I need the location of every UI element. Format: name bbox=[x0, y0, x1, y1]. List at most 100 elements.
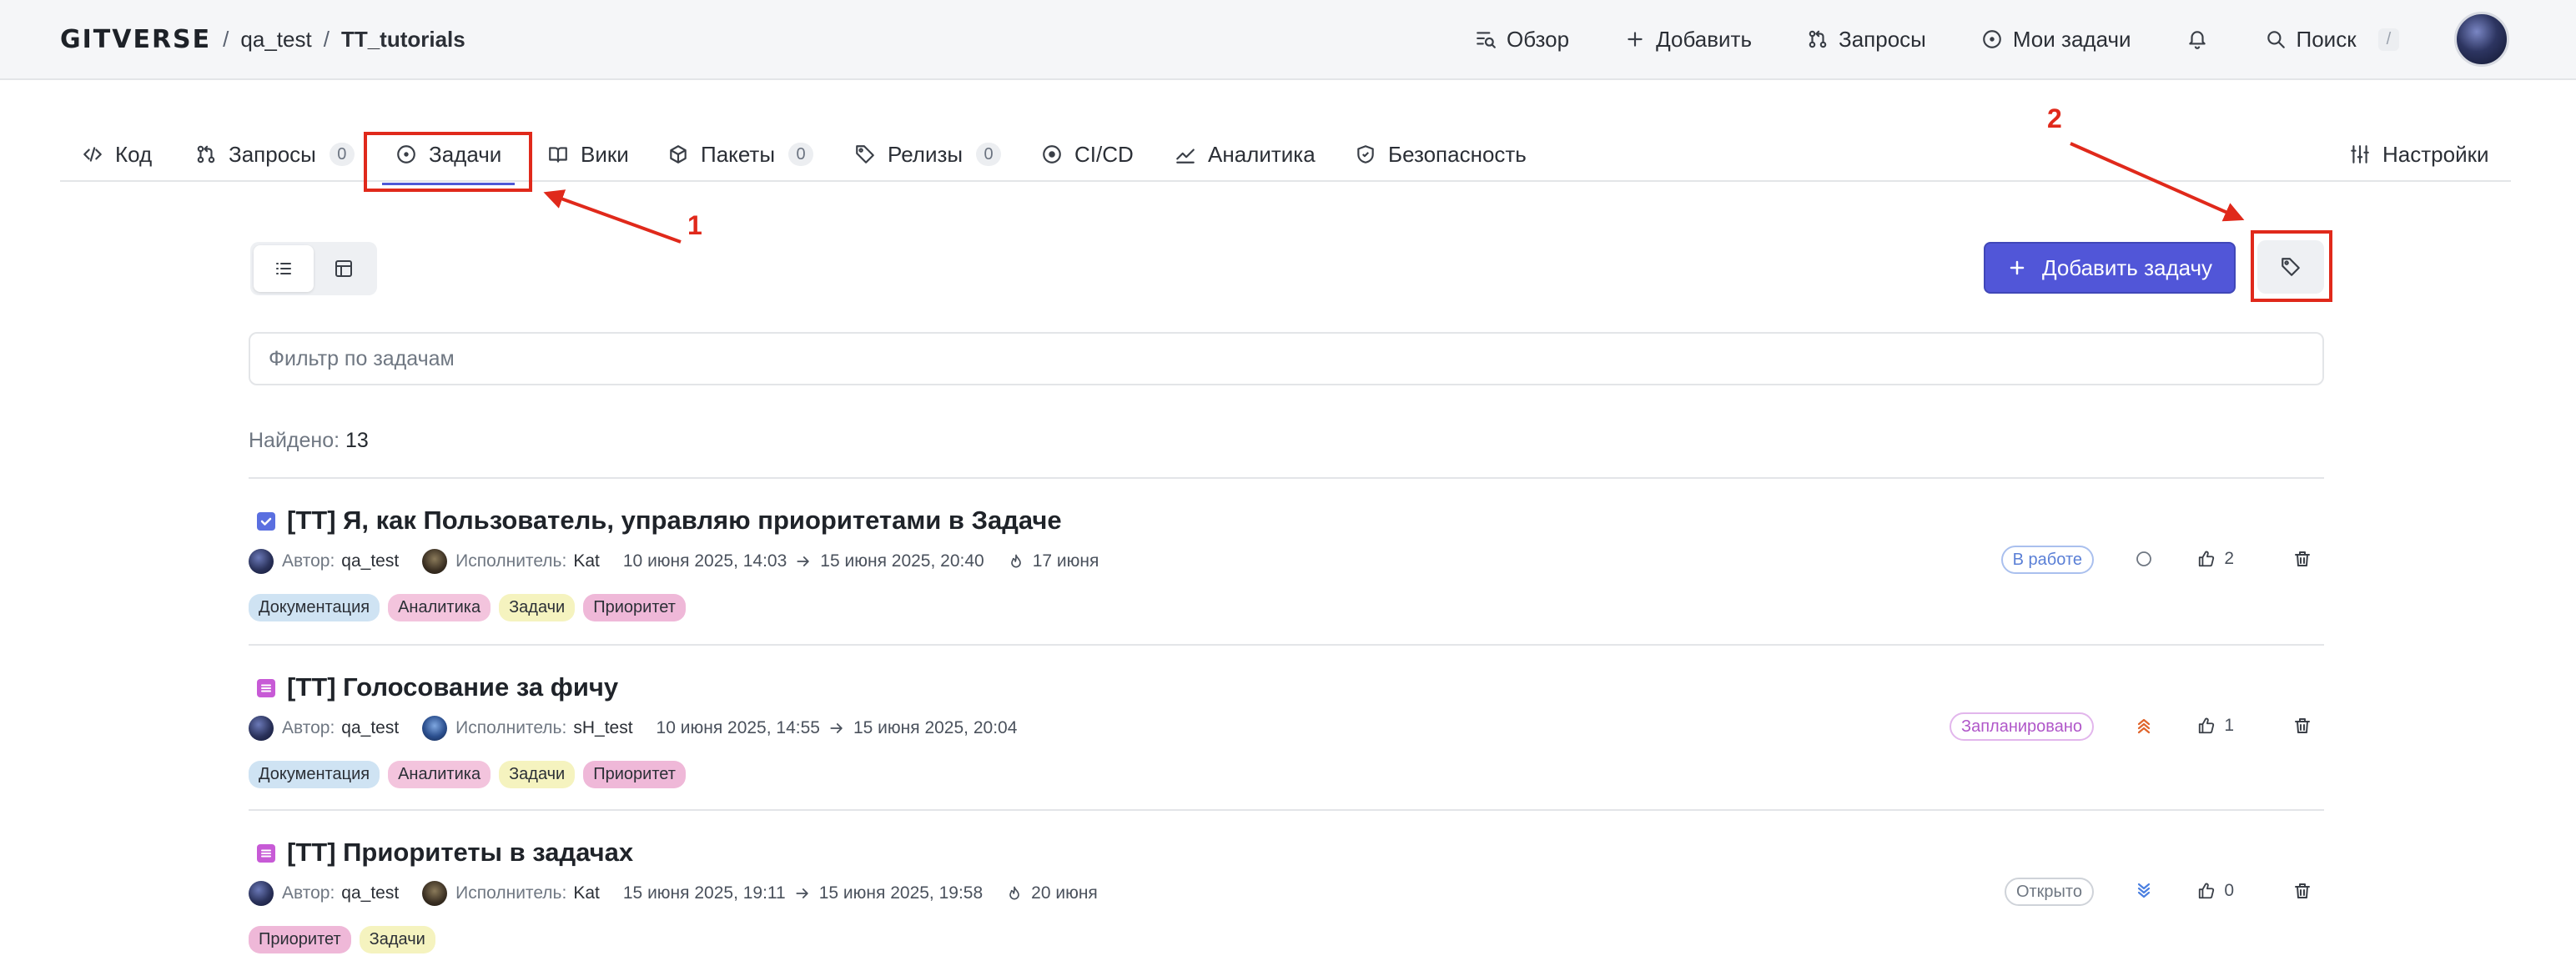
tab-security[interactable]: Безопасность bbox=[1355, 130, 1527, 179]
like-button[interactable]: 1 bbox=[2197, 716, 2234, 736]
gitverse-logo[interactable]: GITVERSE bbox=[60, 25, 211, 54]
issue-meta: Автор: qa_test Исполнитель: Kat 10 июня … bbox=[249, 547, 1099, 576]
tab-cicd[interactable]: CI/CD bbox=[1041, 130, 1134, 179]
assignee-name[interactable]: sH_test bbox=[573, 718, 632, 738]
board-view-button[interactable] bbox=[314, 245, 374, 292]
breadcrumb-owner[interactable]: qa_test bbox=[240, 27, 311, 53]
author-name[interactable]: qa_test bbox=[341, 718, 399, 738]
tab-code-label: Код bbox=[115, 141, 153, 167]
trash-icon[interactable] bbox=[2292, 716, 2312, 736]
tab-wiki-label: Вики bbox=[581, 141, 629, 167]
plus-icon bbox=[2007, 258, 2027, 278]
user-avatar[interactable] bbox=[2454, 12, 2509, 67]
start-date: 10 июня 2025, 14:03 bbox=[622, 551, 787, 571]
tab-security-label: Безопасность bbox=[1388, 141, 1527, 167]
nav-add-label: Добавить bbox=[1656, 26, 1752, 52]
author-avatar bbox=[249, 716, 274, 741]
notifications-bell-icon[interactable] bbox=[2186, 28, 2208, 50]
end-date: 15 июня 2025, 20:04 bbox=[853, 718, 1018, 737]
issue-row: [TT] Голосование за фичу Автор: qa_test … bbox=[249, 644, 2324, 809]
nav-search[interactable]: Поиск / bbox=[2265, 27, 2400, 53]
trash-icon[interactable] bbox=[2292, 549, 2312, 569]
tag-label[interactable]: Аналитика bbox=[388, 594, 491, 621]
tab-requests[interactable]: Запросы 0 bbox=[195, 130, 355, 179]
tag-label[interactable]: Приоритет bbox=[583, 761, 686, 788]
assignee-name[interactable]: Kat bbox=[573, 883, 600, 903]
thumbs-up-icon bbox=[2197, 717, 2216, 735]
tab-wiki[interactable]: Вики bbox=[547, 130, 629, 179]
arrow-right-icon bbox=[795, 553, 812, 570]
tab-releases-label: Релизы bbox=[888, 141, 963, 167]
tag-label[interactable]: Задачи bbox=[499, 594, 576, 621]
issue-title[interactable]: [TT] Приоритеты в задачах bbox=[287, 838, 633, 868]
tab-releases[interactable]: Релизы 0 bbox=[854, 130, 1002, 179]
tag-label[interactable]: Задачи bbox=[359, 926, 435, 953]
end-date: 15 июня 2025, 19:58 bbox=[818, 883, 984, 903]
tab-cicd-label: CI/CD bbox=[1074, 141, 1134, 167]
status-badge[interactable]: Запланировано bbox=[1950, 712, 2094, 741]
breadcrumb-repo[interactable]: TT_tutorials bbox=[341, 27, 465, 53]
tag-label[interactable]: Приоритет bbox=[249, 926, 351, 953]
tab-settings[interactable]: Настройки bbox=[2349, 130, 2489, 179]
top-nav: Обзор Добавить Запросы Мои задачи Поиск … bbox=[1475, 0, 2454, 78]
task-type-icon bbox=[257, 679, 275, 697]
author-label: Автор: bbox=[282, 551, 335, 571]
priority-low-icon bbox=[2134, 881, 2154, 901]
list-view-button[interactable] bbox=[254, 245, 314, 292]
tab-code[interactable]: Код bbox=[82, 130, 152, 179]
like-button[interactable]: 2 bbox=[2197, 549, 2234, 569]
nav-overview[interactable]: Обзор bbox=[1475, 27, 1569, 53]
start-date: 15 июня 2025, 19:11 bbox=[622, 883, 786, 903]
flame-icon bbox=[1008, 553, 1024, 570]
trash-icon[interactable] bbox=[2292, 881, 2312, 901]
like-button[interactable]: 0 bbox=[2197, 881, 2234, 901]
assignee-name[interactable]: Kat bbox=[573, 551, 600, 571]
add-task-label: Добавить задачу bbox=[2041, 254, 2213, 280]
breadcrumb: GITVERSE / qa_test / TT_tutorials bbox=[60, 0, 465, 78]
view-toggle bbox=[250, 242, 377, 295]
issue-title[interactable]: [TT] Я, как Пользователь, управляю приор… bbox=[287, 506, 1062, 536]
tag-label[interactable]: Приоритет bbox=[583, 594, 686, 621]
priority-none-icon bbox=[2134, 549, 2154, 569]
issue-row: [TT] Я, как Пользователь, управляю приор… bbox=[249, 477, 2324, 644]
table-icon bbox=[334, 259, 354, 279]
found-count: Найдено: 13 bbox=[249, 429, 369, 453]
tag-label[interactable]: Документация bbox=[249, 761, 380, 788]
task-filter-input[interactable] bbox=[249, 332, 2324, 385]
author-name[interactable]: qa_test bbox=[341, 551, 399, 571]
tag-label[interactable]: Документация bbox=[249, 594, 380, 621]
issue-circle-icon bbox=[1981, 28, 2003, 50]
add-task-button[interactable]: Добавить задачу bbox=[1984, 242, 2236, 294]
nav-add[interactable]: Добавить bbox=[1624, 27, 1752, 53]
assignee-label: Исполнитель: bbox=[455, 718, 567, 737]
thumbs-up-icon bbox=[2197, 550, 2216, 568]
author-name[interactable]: qa_test bbox=[341, 883, 399, 903]
assignee-label: Исполнитель: bbox=[455, 883, 567, 903]
status-badge[interactable]: В работе bbox=[2000, 546, 2094, 574]
tab-packages-count: 0 bbox=[788, 143, 814, 166]
tab-packages[interactable]: Пакеты 0 bbox=[667, 130, 814, 179]
plus-icon bbox=[1624, 28, 1646, 50]
issue-title[interactable]: [TT] Голосование за фичу bbox=[287, 672, 618, 702]
search-shortcut-badge: / bbox=[2377, 28, 2400, 51]
end-date: 15 июня 2025, 20:40 bbox=[820, 551, 984, 571]
tab-analytics[interactable]: Аналитика bbox=[1175, 130, 1316, 179]
nav-my-tasks[interactable]: Мои задачи bbox=[1981, 27, 2131, 53]
tab-requests-label: Запросы bbox=[229, 141, 316, 167]
tag-label[interactable]: Аналитика bbox=[388, 761, 491, 788]
found-number: 13 bbox=[345, 429, 369, 452]
status-badge[interactable]: Открыто bbox=[2004, 878, 2094, 906]
due-date-text: 17 июня bbox=[1032, 551, 1099, 571]
issue-list: [TT] Я, как Пользователь, управляю приор… bbox=[249, 477, 2324, 966]
assignee-avatar bbox=[422, 881, 448, 906]
issue-meta: Автор: qa_test Исполнитель: sH_test 10 и… bbox=[249, 714, 1017, 742]
tab-settings-label: Настройки bbox=[2382, 141, 2489, 167]
thumbs-up-icon bbox=[2197, 882, 2216, 900]
issue-meta: Автор: qa_test Исполнитель: Kat 15 июня … bbox=[249, 879, 1098, 908]
tag-icon bbox=[854, 143, 876, 165]
tab-analytics-label: Аналитика bbox=[1208, 141, 1316, 167]
nav-requests[interactable]: Запросы bbox=[1807, 27, 1926, 53]
tag-label[interactable]: Задачи bbox=[499, 761, 576, 788]
annotation-box-tasks-tab bbox=[364, 132, 532, 192]
issue-row: [TT] Приоритеты в задачах Автор: qa_test… bbox=[249, 809, 2324, 966]
